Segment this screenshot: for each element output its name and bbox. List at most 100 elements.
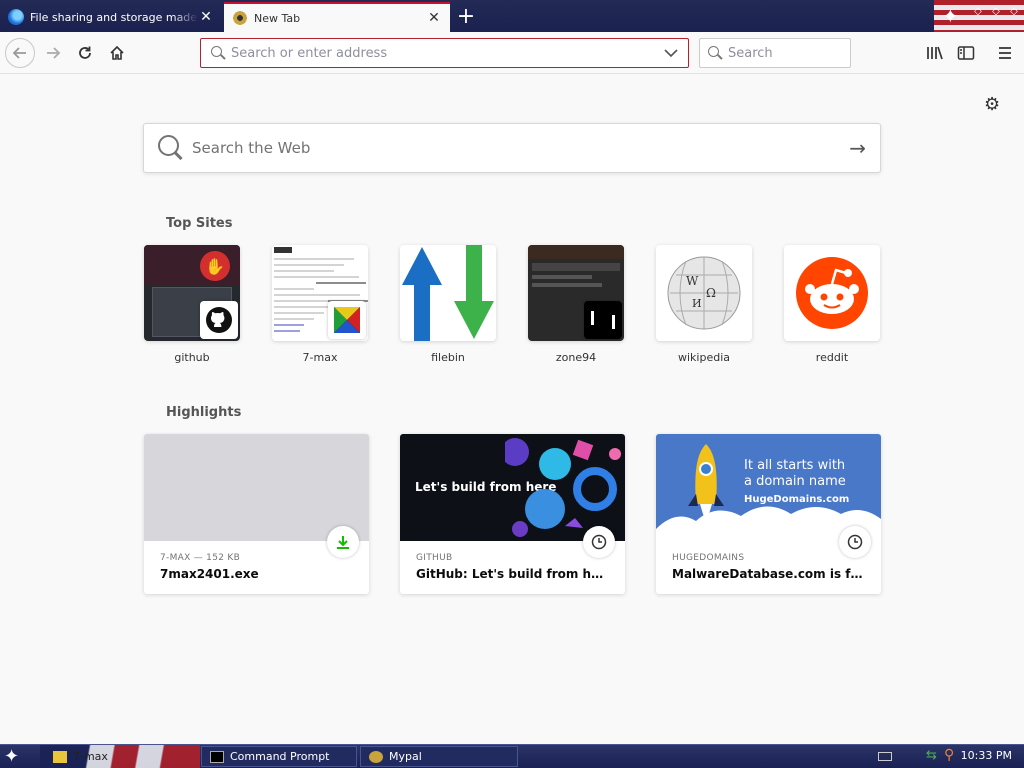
top-site-github[interactable]: ✋ github (144, 245, 240, 364)
top-site-filebin[interactable]: filebin (400, 245, 496, 364)
start-button[interactable]: ✦ (4, 746, 19, 767)
taskbar-item-mypal[interactable]: Mypal (360, 746, 518, 767)
wikipedia-globe-icon: W Ω И (667, 256, 741, 330)
highlight-card-github[interactable]: Let's build from here GITHUB GitHub: Let… (400, 434, 625, 594)
download-icon (327, 526, 359, 558)
site-thumbnail: ✋ (144, 245, 240, 341)
svg-text:Ω: Ω (706, 286, 716, 300)
web-search-input[interactable]: Search the Web (192, 139, 849, 157)
svg-text:W: W (686, 274, 699, 288)
maximize-icon[interactable]: ◇ (988, 4, 1004, 18)
search-icon (708, 46, 722, 60)
site-thumbnail (784, 245, 880, 341)
tab-new-tab[interactable]: New Tab ✕ (224, 2, 450, 32)
gear-icon[interactable]: ⚙ (984, 94, 1000, 115)
search-icon (158, 135, 184, 161)
highlight-image-brand: HugeDomains.com (744, 494, 850, 505)
chevron-down-icon[interactable] (664, 48, 678, 58)
keyboard-icon[interactable] (878, 752, 892, 761)
top-site-reddit[interactable]: reddit (784, 245, 880, 364)
new-tab-button[interactable]: + (454, 4, 478, 29)
sidebar-icon (957, 46, 975, 60)
highlights-heading: Highlights (166, 405, 242, 420)
clock-icon (583, 526, 615, 558)
address-bar[interactable]: Search or enter address (200, 38, 689, 68)
search-tray-icon[interactable]: ⚲ (944, 747, 954, 763)
top-site-wikipedia[interactable]: W Ω И wikipedia (656, 245, 752, 364)
clock[interactable]: 10:33 PM (961, 749, 1012, 762)
tab-title: File sharing and storage made simple (30, 10, 198, 24)
highlight-card-7max[interactable]: 7-MAX — 152 KB 7max2401.exe (144, 434, 369, 594)
minimize-icon[interactable]: ◇ (970, 4, 986, 18)
top-sites-heading: Top Sites (166, 216, 233, 231)
search-bar[interactable]: Search (699, 38, 851, 68)
reload-icon (79, 46, 91, 59)
pong-game-icon (584, 301, 622, 339)
highlight-image (144, 434, 369, 541)
address-input[interactable]: Search or enter address (231, 46, 664, 61)
highlight-card-hugedomains[interactable]: It all starts with a domain name HugeDom… (656, 434, 881, 594)
tab-file-sharing[interactable]: File sharing and storage made simple ✕ (0, 2, 222, 32)
highlight-source: GITHUB (416, 553, 453, 563)
site-thumbnail (272, 245, 368, 341)
home-button[interactable] (102, 38, 132, 68)
site-thumbnail (400, 245, 496, 341)
highlight-image: Let's build from here (400, 434, 625, 541)
hamburger-menu-icon (999, 47, 1011, 59)
taskbar-item-label: 7-max (73, 750, 108, 763)
up-down-arrows-icon (402, 245, 494, 341)
taskbar-item-7max[interactable]: 7-max (44, 746, 199, 767)
taskbar-item-label: Command Prompt (230, 750, 330, 763)
stop-hand-icon: ✋ (200, 251, 230, 281)
command-prompt-icon (210, 750, 224, 763)
site-label: reddit (815, 351, 849, 364)
reload-button[interactable] (70, 38, 100, 68)
highlight-source: 7-MAX — 152 KB (160, 553, 241, 563)
navigation-toolbar: Search or enter address Search (0, 32, 1024, 74)
top-site-7max[interactable]: 7-max (272, 245, 368, 364)
abstract-shapes-image (505, 438, 621, 537)
search-icon (211, 46, 225, 60)
site-label: github (174, 351, 210, 364)
taskbar-item-label: Mypal (389, 750, 422, 763)
highlight-title: MalwareDatabase.com is for sale (Malware… (672, 567, 865, 581)
network-icon[interactable]: ⇆ (926, 748, 937, 763)
mypal-favicon-icon (232, 10, 248, 26)
svg-text:И: И (692, 297, 702, 310)
highlight-image-text-1: It all starts with (744, 458, 846, 473)
close-tab-icon[interactable]: ✕ (426, 10, 442, 26)
library-icon (927, 46, 943, 60)
reddit-alien-icon (796, 257, 868, 329)
7max-logo-icon (328, 301, 366, 339)
star-icon: ✦ (942, 4, 959, 28)
folder-icon (53, 750, 67, 763)
highlight-image: It all starts with a domain name HugeDom… (656, 434, 881, 541)
close-window-icon[interactable]: ◇ (1006, 4, 1022, 18)
site-thumbnail: W Ω И (656, 245, 752, 341)
search-input[interactable]: Search (728, 46, 842, 61)
sidebar-button[interactable] (951, 38, 981, 68)
filebin-favicon-icon (8, 9, 24, 25)
site-thumbnail (528, 245, 624, 341)
tab-strip: File sharing and storage made simple ✕ N… (0, 0, 1024, 32)
site-label: filebin (431, 351, 465, 364)
highlight-title: 7max2401.exe (160, 567, 259, 581)
web-search-box[interactable]: Search the Web → (143, 123, 881, 173)
tab-title: New Tab (254, 11, 301, 25)
back-button[interactable] (5, 38, 35, 68)
forward-button[interactable] (38, 38, 68, 68)
clock-icon (839, 526, 871, 558)
taskbar-item-command-prompt[interactable]: Command Prompt (201, 746, 357, 767)
site-label: 7-max (302, 351, 338, 364)
home-icon (110, 45, 124, 60)
site-label: wikipedia (677, 351, 730, 364)
close-tab-icon[interactable]: ✕ (198, 9, 214, 25)
arrow-right-icon[interactable]: → (849, 136, 866, 160)
highlight-image-text-2: a domain name (744, 474, 846, 489)
menu-button[interactable] (990, 38, 1020, 68)
highlight-source: HUGEDOMAINS (672, 553, 745, 563)
top-site-zone94[interactable]: zone94 (528, 245, 624, 364)
taskbar: ✦ 7-max Command Prompt Mypal ⇆ ⚲ 10:33 P… (0, 744, 1024, 768)
library-button[interactable] (920, 38, 950, 68)
back-arrow-icon (12, 47, 26, 59)
